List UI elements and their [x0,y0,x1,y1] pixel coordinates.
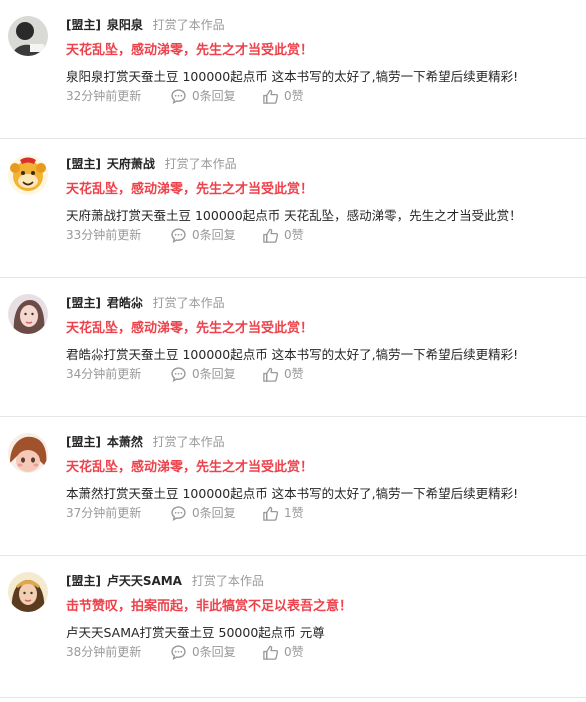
speech-bubble-icon [171,505,186,521]
rank-tag: [盟主] [66,296,101,310]
tip-message: 卢天天SAMA打赏天蚕土豆 50000起点币 元尊 [66,625,325,640]
tip-message: 君皓尛打赏天蚕土豆 100000起点币 这本书写的太好了,犒劳一下希望后续更精彩… [66,347,519,362]
speech-bubble-icon [171,227,186,243]
tip-headline: 天花乱坠，感动涕零，先生之才当受此赏！ [66,43,314,58]
like-count: 1赞 [284,506,304,520]
thumbs-up-icon [263,228,279,243]
rank-tag: [盟主] [66,157,101,171]
comment-item: [盟主] 泉阳泉 打赏了本作品 天花乱坠，感动涕零，先生之才当受此赏！ 泉阳泉打… [0,0,586,139]
timestamp: 34分钟前更新 [66,367,142,381]
action-text: 打赏了本作品 [152,18,225,32]
reply-button[interactable]: 0条回复 [170,226,262,244]
avatar[interactable] [8,16,48,56]
comment-list: [盟主] 泉阳泉 打赏了本作品 天花乱坠，感动涕零，先生之才当受此赏！ 泉阳泉打… [0,0,586,698]
like-count: 0赞 [284,228,304,242]
action-text: 打赏了本作品 [164,157,237,171]
username-link[interactable]: 本萧然 [107,435,143,449]
username-link[interactable]: 泉阳泉 [107,18,143,32]
avatar[interactable] [8,294,48,334]
comment-item: [盟主] 本萧然 打赏了本作品 天花乱坠，感动涕零，先生之才当受此赏！ 本萧然打… [0,417,586,556]
reply-button[interactable]: 0条回复 [170,504,262,522]
like-button[interactable]: 0赞 [262,643,304,661]
avatar[interactable] [8,155,48,195]
username-link[interactable]: 君皓尛 [107,296,143,310]
avatar[interactable] [8,433,48,473]
timestamp: 38分钟前更新 [66,645,142,659]
thumbs-up-icon [263,506,279,521]
reply-button[interactable]: 0条回复 [170,365,262,383]
thumbs-up-icon [263,367,279,382]
reply-count: 0条回复 [192,228,236,242]
timestamp: 33分钟前更新 [66,228,142,242]
action-text: 打赏了本作品 [152,296,225,310]
like-count: 0赞 [284,645,304,659]
tip-headline: 天花乱坠，感动涕零，先生之才当受此赏！ [66,182,314,197]
reply-count: 0条回复 [192,367,236,381]
timestamp: 32分钟前更新 [66,89,142,103]
comment-item: [盟主] 君皓尛 打赏了本作品 天花乱坠，感动涕零，先生之才当受此赏！ 君皓尛打… [0,278,586,417]
tip-message: 本萧然打赏天蚕土豆 100000起点币 这本书写的太好了,犒劳一下希望后续更精彩… [66,486,519,501]
rank-tag: [盟主] [66,574,101,588]
action-text: 打赏了本作品 [191,574,264,588]
thumbs-up-icon [263,645,279,660]
tip-message: 天府萧战打赏天蚕土豆 100000起点币 天花乱坠，感动涕零，先生之才当受此赏！ [66,208,522,223]
like-button[interactable]: 0赞 [262,226,304,244]
reply-count: 0条回复 [192,645,236,659]
avatar[interactable] [8,572,48,612]
thumbs-up-icon [263,89,279,104]
comment-item: [盟主] 卢天天SAMA 打赏了本作品 击节赞叹，拍案而起，非此犒赏不足以表吾之… [0,556,586,698]
reply-button[interactable]: 0条回复 [170,643,262,661]
like-count: 0赞 [284,89,304,103]
tip-message: 泉阳泉打赏天蚕土豆 100000起点币 这本书写的太好了,犒劳一下希望后续更精彩… [66,69,519,84]
reply-button[interactable]: 0条回复 [170,87,262,105]
tip-headline: 击节赞叹，拍案而起，非此犒赏不足以表吾之意！ [66,599,353,614]
like-count: 0赞 [284,367,304,381]
speech-bubble-icon [171,366,186,382]
like-button[interactable]: 0赞 [262,365,304,383]
username-link[interactable]: 天府萧战 [107,157,155,171]
rank-tag: [盟主] [66,435,101,449]
speech-bubble-icon [171,88,186,104]
like-button[interactable]: 1赞 [262,504,304,522]
action-text: 打赏了本作品 [152,435,225,449]
tip-headline: 天花乱坠，感动涕零，先生之才当受此赏！ [66,460,314,475]
reply-count: 0条回复 [192,506,236,520]
timestamp: 37分钟前更新 [66,506,142,520]
rank-tag: [盟主] [66,18,101,32]
tip-headline: 天花乱坠，感动涕零，先生之才当受此赏！ [66,321,314,336]
comment-item: [盟主] 天府萧战 打赏了本作品 天花乱坠，感动涕零，先生之才当受此赏！ 天府萧… [0,139,586,278]
speech-bubble-icon [171,644,186,660]
reply-count: 0条回复 [192,89,236,103]
like-button[interactable]: 0赞 [262,87,304,105]
username-link[interactable]: 卢天天SAMA [107,574,182,588]
